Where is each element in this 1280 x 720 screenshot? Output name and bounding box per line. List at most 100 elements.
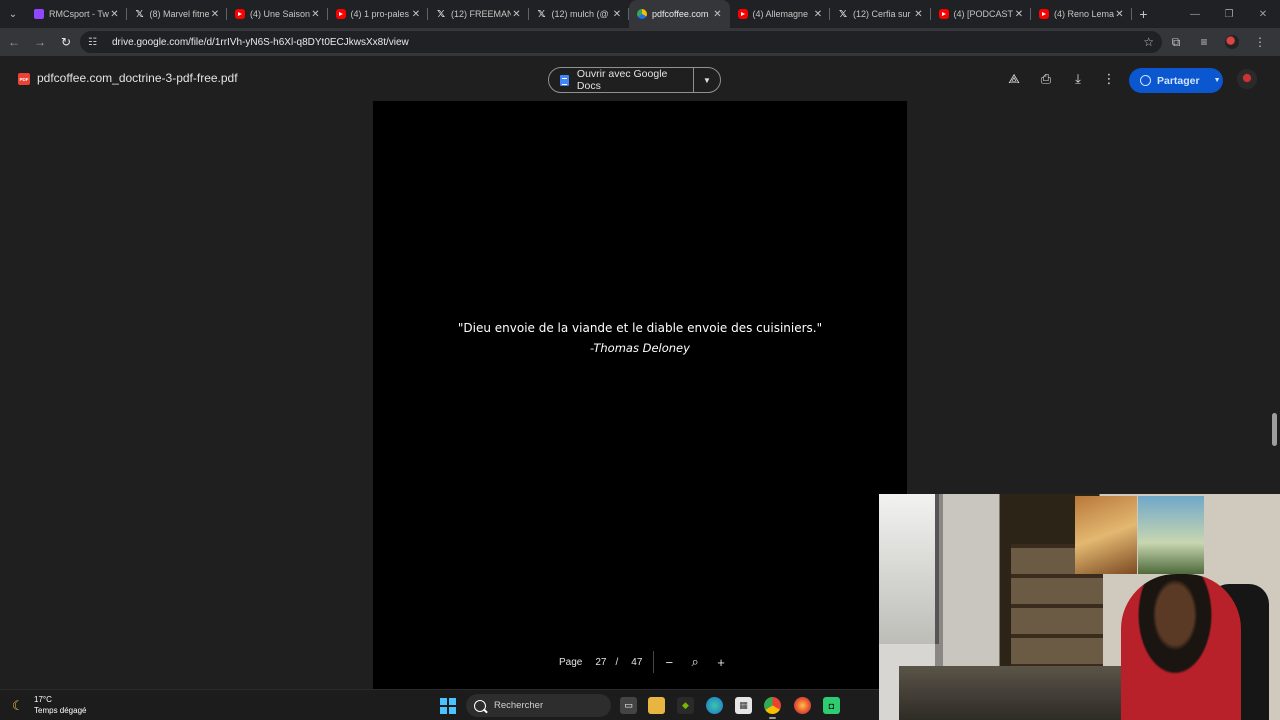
page-quote: "Dieu envoie de la viande et le diable e…: [457, 321, 823, 335]
tab-close-icon[interactable]: ✕: [1013, 9, 1025, 20]
app-icon[interactable]: ◘: [823, 697, 840, 714]
windows-start-icon[interactable]: [440, 698, 456, 714]
open-with-label: Ouvrir avec Google Docs: [576, 68, 668, 92]
firefox-icon[interactable]: [794, 697, 811, 714]
share-dropdown-icon[interactable]: ▼: [1214, 77, 1221, 84]
close-window-icon[interactable]: ✕: [1246, 9, 1280, 20]
chrome-icon[interactable]: [764, 697, 781, 719]
tab-close-icon[interactable]: ✕: [109, 9, 121, 20]
nvidia-icon[interactable]: ◆: [677, 697, 694, 714]
tab-title: (12) mulch (@: [551, 9, 609, 19]
browser-tab[interactable]: 𝕏 (12) FREEMAN ✕: [428, 0, 529, 28]
minimize-icon[interactable]: —: [1178, 9, 1212, 20]
zoom-out-button[interactable]: −: [656, 655, 682, 670]
page-controls: Page 27 / 47 − ⌕ +: [548, 648, 734, 676]
zoom-magnifier-icon[interactable]: ⌕: [682, 654, 708, 670]
youtube-icon: [335, 9, 346, 19]
tab-close-icon[interactable]: ✕: [611, 9, 623, 20]
browser-toolbar: ← → ↻ ☷ drive.google.com/file/d/1rrIVh-y…: [0, 28, 1280, 56]
webcam-poster: [1138, 496, 1204, 574]
tab-close-icon[interactable]: ✕: [209, 9, 221, 20]
tab-close-icon[interactable]: ✕: [913, 9, 925, 20]
open-with-google-docs-button[interactable]: Ouvrir avec Google Docs: [549, 68, 694, 92]
download-icon[interactable]: ⤓: [1069, 70, 1087, 88]
total-pages: 47: [631, 656, 643, 668]
tab-search-icon[interactable]: ⌄: [0, 0, 26, 28]
webcam-poster: [1075, 496, 1137, 574]
bookmark-star-icon[interactable]: ☆: [1143, 35, 1154, 49]
zoom-in-button[interactable]: +: [708, 655, 734, 670]
tab-title: pdfcoffee.com: [652, 9, 709, 19]
account-avatar[interactable]: [1237, 69, 1257, 89]
x-icon: 𝕏: [135, 8, 144, 20]
webcam-overlay: [879, 494, 1280, 720]
webcam-desk: [899, 666, 1139, 720]
taskbar-search[interactable]: Rechercher: [466, 694, 611, 717]
open-with-dropdown-icon[interactable]: ▼: [694, 76, 720, 85]
open-with-button-group: Ouvrir avec Google Docs ▼: [548, 67, 721, 93]
tab-close-icon[interactable]: ✕: [410, 9, 422, 20]
maximize-icon[interactable]: ❐: [1212, 9, 1246, 20]
task-view-icon[interactable]: ▭: [620, 697, 637, 714]
tab-title: RMCsport - Tw: [49, 9, 109, 19]
browser-tab[interactable]: (4) Reno Lema ✕: [1031, 0, 1132, 28]
profile-icon[interactable]: [1225, 35, 1239, 49]
store-icon[interactable]: ▦: [735, 697, 752, 714]
x-icon: 𝕏: [838, 8, 848, 20]
drive-icon: [637, 9, 647, 19]
page-quote-author: -Thomas Deloney: [590, 341, 690, 355]
tab-close-icon[interactable]: ✕: [712, 9, 724, 20]
tab-close-icon[interactable]: ✕: [1114, 9, 1126, 20]
tab-title: (4) Allemagne: [752, 9, 809, 19]
back-icon[interactable]: ←: [2, 30, 26, 54]
tab-title: (4) Reno Lema: [1054, 9, 1114, 19]
tab-close-icon[interactable]: ✕: [511, 9, 523, 20]
extensions-icon[interactable]: ⧉: [1162, 35, 1190, 50]
search-icon: [474, 699, 486, 712]
weather-temperature[interactable]: 17°C: [34, 695, 52, 704]
globe-icon: [1140, 75, 1151, 86]
share-button[interactable]: Partager ▼: [1129, 68, 1223, 93]
tab-title: (12) FREEMAN: [451, 9, 511, 19]
scrollbar-thumb[interactable]: [1272, 413, 1277, 446]
browser-tab[interactable]: 𝕏 (12) mulch (@ ✕: [529, 0, 629, 28]
controls-divider: [653, 651, 655, 673]
current-page-input[interactable]: 27: [595, 657, 606, 668]
windows-taskbar: ☾ 17°C Temps dégagé Rechercher ▭ ◆ ▦ ◘: [0, 689, 879, 720]
print-icon[interactable]: ⎙: [1037, 70, 1055, 88]
browser-tab[interactable]: (4) Une Saison ✕: [227, 0, 328, 28]
browser-tab[interactable]: pdfcoffee.com ✕: [629, 0, 730, 28]
x-icon: 𝕏: [436, 8, 446, 20]
pdf-file-icon: PDF: [18, 73, 30, 85]
menu-kebab-icon[interactable]: ⋮: [1246, 35, 1274, 49]
edge-browser-icon[interactable]: [706, 697, 723, 714]
youtube-icon: [938, 9, 949, 19]
browser-tab[interactable]: 𝕏 (8) Marvel fitne ✕: [127, 0, 227, 28]
tab-separator: [1130, 8, 1132, 20]
add-shortcut-drive-icon[interactable]: ⟁: [1005, 70, 1023, 88]
more-actions-icon[interactable]: ⋮: [1100, 70, 1118, 88]
browser-tab[interactable]: (4) 1 pro-pales ✕: [328, 0, 428, 28]
browser-tab[interactable]: 𝕏 (12) Cerfia sur ✕: [830, 0, 931, 28]
tab-title: (4) 1 pro-pales: [350, 9, 410, 19]
tab-close-icon[interactable]: ✕: [812, 9, 824, 20]
site-info-icon[interactable]: ☷: [88, 37, 102, 48]
file-name: pdfcoffee.com_doctrine-3-pdf-free.pdf: [37, 71, 238, 85]
new-tab-button[interactable]: +: [1132, 6, 1156, 22]
media-controls-icon[interactable]: ≡: [1190, 35, 1218, 49]
forward-icon[interactable]: →: [28, 30, 52, 54]
browser-tab[interactable]: (4) Allemagne ✕: [730, 0, 830, 28]
tab-close-icon[interactable]: ✕: [310, 9, 322, 20]
reload-icon[interactable]: ↻: [54, 30, 78, 54]
file-explorer-icon[interactable]: [648, 697, 665, 714]
twitch-icon: [34, 9, 44, 19]
tab-title: (4) Une Saison: [250, 9, 310, 19]
browser-tab[interactable]: (4) [PODCAST] ✕: [931, 0, 1031, 28]
youtube-icon: [235, 9, 245, 19]
weather-description[interactable]: Temps dégagé: [34, 706, 86, 715]
browser-tab[interactable]: RMCsport - Tw ✕: [26, 0, 127, 28]
weather-moon-icon[interactable]: ☾: [12, 698, 24, 714]
x-icon: 𝕏: [537, 8, 546, 20]
address-bar[interactable]: ☷ drive.google.com/file/d/1rrIVh-yN6S-h6…: [80, 31, 1162, 53]
tab-title: (8) Marvel fitne: [149, 9, 210, 19]
